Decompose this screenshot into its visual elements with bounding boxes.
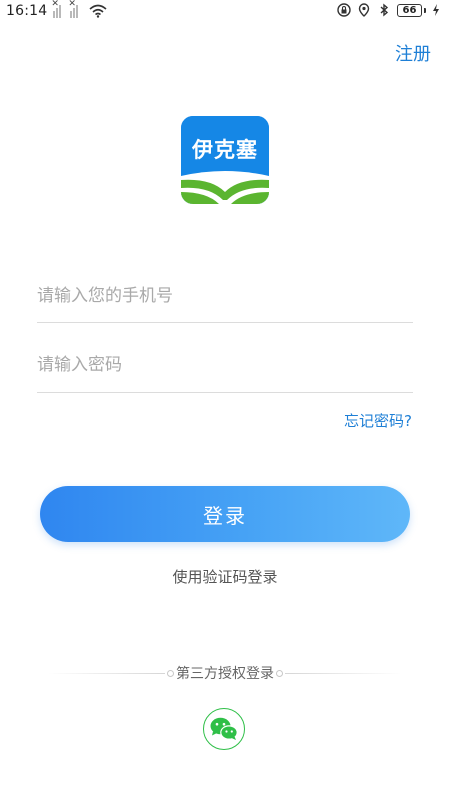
third-party-title: 第三方授权登录 [176,666,274,682]
status-time: 16:14 [6,3,48,19]
battery-icon: 66 [397,3,426,17]
signal-icon: ✕ [51,0,64,18]
phone-field-container [37,270,413,323]
app-logo: 伊克塞 [181,116,269,204]
signal-icon-2: ✕ [68,0,81,18]
status-bar: 16:14 ✕ ✕ 66 [0,0,450,24]
charging-icon [433,4,439,16]
wifi-icon [89,4,107,18]
divider-line-right [285,672,402,674]
location-icon [358,3,370,17]
wechat-icon [210,717,238,740]
password-input[interactable] [37,338,413,392]
bluetooth-icon [380,3,389,17]
login-button[interactable]: 登录 [40,486,410,542]
phone-input[interactable] [37,270,413,322]
code-login-link[interactable]: 使用验证码登录 [0,566,450,587]
status-left: 16:14 ✕ ✕ [6,0,107,19]
divider-line-left [48,672,165,674]
lock-rotation-icon [337,3,351,17]
status-right: 66 [337,3,440,17]
battery-level: 66 [397,3,422,17]
forgot-password-link[interactable]: 忘记密码? [344,410,412,431]
password-field-container [37,338,413,393]
third-party-divider: 第三方授权登录 [48,662,402,684]
divider-dot-left [167,669,174,677]
register-link[interactable]: 注册 [395,40,431,66]
divider-dot-right [276,669,283,677]
wechat-login-button[interactable] [203,708,245,750]
logo-text: 伊克塞 [192,138,258,162]
